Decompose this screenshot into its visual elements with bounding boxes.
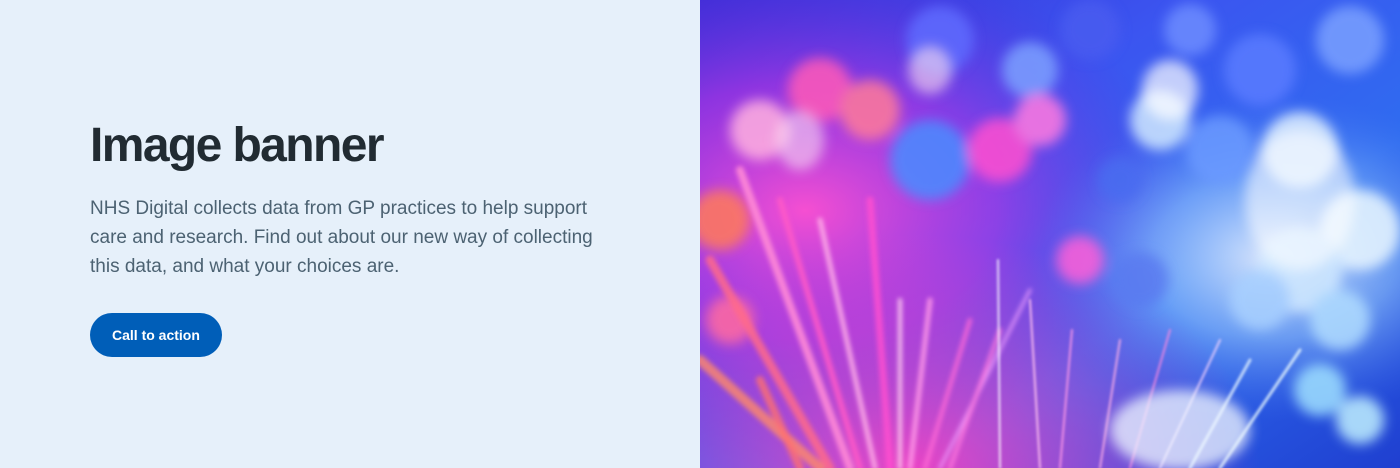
banner-title: Image banner (90, 119, 385, 172)
call-to-action-button[interactable]: Call to action (90, 313, 222, 357)
fibre-optic-image (700, 0, 1400, 468)
banner-description: NHS Digital collects data from GP practi… (90, 198, 593, 277)
banner-content: Image banner NHS Digital collects data f… (0, 0, 700, 468)
banner-image (700, 0, 1400, 468)
image-banner: Image banner NHS Digital collects data f… (0, 0, 1400, 468)
